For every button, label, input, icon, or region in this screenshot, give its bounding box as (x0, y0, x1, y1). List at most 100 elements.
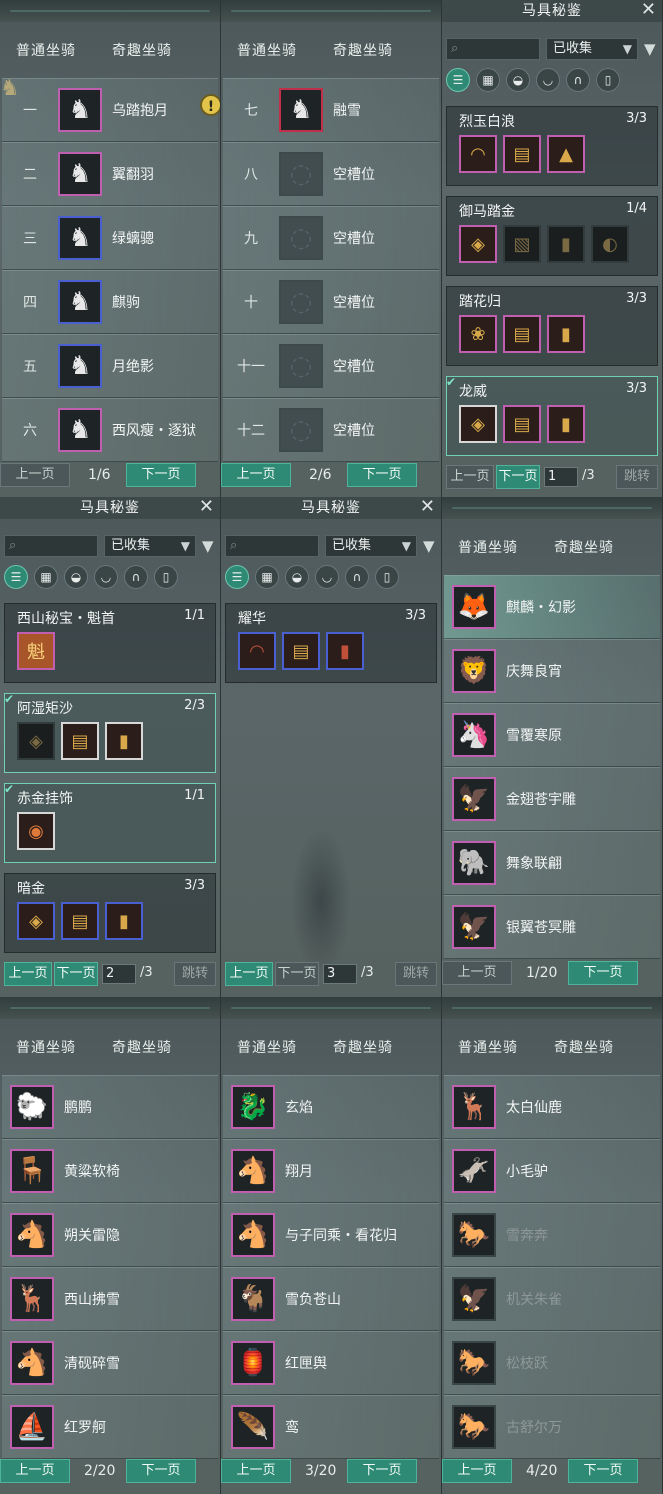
tab-normal-mounts[interactable]: 普通坐骑 (237, 40, 297, 60)
mount-row[interactable]: ⛵ 红罗舸 (2, 1395, 218, 1459)
item-icon[interactable]: ◈ (459, 405, 497, 443)
set-card[interactable]: 暗金 3/3 ◈ ▤ ▮ (4, 873, 216, 953)
mount-row[interactable]: 🦄 雪覆寒原 (444, 703, 660, 767)
filter-icon[interactable]: ▼ (644, 40, 656, 58)
close-icon[interactable]: ✕ (420, 497, 435, 517)
item-icon[interactable]: ▤ (61, 902, 99, 940)
grid-icon[interactable]: ▦ (255, 565, 279, 589)
horseshoe-icon[interactable]: ∩ (566, 68, 590, 92)
stirrup-icon[interactable]: ◡ (315, 565, 339, 589)
item-icon[interactable]: ◠ (459, 135, 497, 173)
mount-row[interactable]: 九 ◌ 空槽位 (223, 206, 439, 270)
item-icon[interactable]: ▤ (503, 315, 541, 353)
tab-special-mounts[interactable]: 奇趣坐骑 (554, 1037, 614, 1057)
set-card[interactable]: ✔ 赤金挂饰 1/1 ◉ (4, 782, 216, 863)
prev-page-button[interactable]: 上一页 (442, 961, 512, 985)
prev-page-button[interactable]: 上一页 (442, 1459, 512, 1483)
tab-special-mounts[interactable]: 奇趣坐骑 (333, 1037, 393, 1057)
filter-dropdown[interactable]: 已收集 ▼ (325, 535, 417, 557)
prev-page-button[interactable]: 上一页 (221, 1459, 291, 1483)
tab-normal-mounts[interactable]: 普通坐骑 (237, 1037, 297, 1057)
item-icon[interactable]: ▮ (105, 902, 143, 940)
next-page-button[interactable]: 下一页 (568, 961, 638, 985)
mount-row[interactable]: 十一 ◌ 空槽位 (223, 334, 439, 398)
item-icon[interactable]: ▤ (503, 405, 541, 443)
list-icon[interactable]: ☰ (446, 68, 470, 92)
saddle-icon[interactable]: ◒ (285, 565, 309, 589)
close-icon[interactable]: ✕ (199, 497, 214, 517)
mount-row[interactable]: 🐎 古舒尔万 (444, 1395, 660, 1459)
search-input[interactable]: ⌕ (446, 38, 540, 60)
saddle-icon[interactable]: ◒ (64, 565, 88, 589)
filter-icon[interactable]: ▼ (202, 537, 214, 555)
item-icon[interactable]: ▧ (503, 225, 541, 263)
page-input[interactable]: 1 (544, 467, 578, 487)
mount-row[interactable]: 一 ♞ 乌踏抱月 (2, 78, 218, 142)
tab-normal-mounts[interactable]: 普通坐骑 (16, 1037, 76, 1057)
list-icon[interactable]: ☰ (4, 565, 28, 589)
page-input[interactable]: 2 (102, 964, 136, 984)
jump-button[interactable]: 跳转 (174, 962, 216, 986)
item-icon[interactable]: ▮ (547, 405, 585, 443)
search-input[interactable]: ⌕ (4, 535, 98, 557)
mount-row[interactable]: 十 ◌ 空槽位 (223, 270, 439, 334)
mount-row[interactable]: 🦊 麒麟・幻影 (444, 575, 660, 639)
mount-row[interactable]: 🦅 机关朱雀 (444, 1267, 660, 1331)
prev-page-button[interactable]: 上一页 (225, 962, 273, 986)
tab-normal-mounts[interactable]: 普通坐骑 (458, 537, 518, 557)
item-icon[interactable]: ◉ (17, 812, 55, 850)
filter-icon[interactable]: ▼ (423, 537, 435, 555)
next-page-button[interactable]: 下一页 (568, 1459, 638, 1483)
mount-row[interactable]: 🐴 翔月 (223, 1139, 439, 1203)
mount-row[interactable]: 🐐 雪负苍山 (223, 1267, 439, 1331)
item-icon[interactable]: ◈ (17, 902, 55, 940)
jump-button[interactable]: 跳转 (395, 962, 437, 986)
item-icon[interactable]: ▮ (105, 722, 143, 760)
next-page-button[interactable]: 下一页 (126, 1459, 196, 1483)
tab-special-mounts[interactable]: 奇趣坐骑 (333, 40, 393, 60)
next-page-button[interactable]: 下一页 (496, 465, 540, 489)
set-card[interactable]: ✔ 龙威 3/3 ◈ ▤ ▮ (446, 375, 658, 456)
item-icon[interactable]: ▮ (547, 225, 585, 263)
alert-icon[interactable]: ! (200, 94, 220, 116)
mount-row[interactable]: 二 ♞ 翼翻羽 (2, 142, 218, 206)
mount-row[interactable]: 🐴 清砚碎雪 (2, 1331, 218, 1395)
set-card[interactable]: ✔ 阿湿矩沙 2/3 ◈ ▤ ▮ (4, 692, 216, 773)
mount-row[interactable]: 十二 ◌ 空槽位 (223, 398, 439, 462)
armor-icon[interactable]: ▯ (154, 565, 178, 589)
tab-special-mounts[interactable]: 奇趣坐骑 (554, 537, 614, 557)
filter-dropdown[interactable]: 已收集 ▼ (104, 535, 196, 557)
stirrup-icon[interactable]: ◡ (94, 565, 118, 589)
mount-row[interactable]: 四 ♞ 麒驹 (2, 270, 218, 334)
item-icon[interactable]: ◈ (17, 722, 55, 760)
tab-normal-mounts[interactable]: 普通坐骑 (458, 1037, 518, 1057)
prev-page-button[interactable]: 上一页 (221, 463, 291, 487)
item-icon[interactable]: ▤ (282, 632, 320, 670)
next-page-button[interactable]: 下一页 (126, 463, 196, 487)
item-icon[interactable]: ▮ (326, 632, 364, 670)
mount-row[interactable]: 🐴 朔关雷隐 (2, 1203, 218, 1267)
set-card[interactable]: 御马踏金 1/4 ◈ ▧ ▮ ◐ (446, 196, 658, 276)
tab-special-mounts[interactable]: 奇趣坐骑 (112, 40, 172, 60)
item-icon[interactable]: ◐ (591, 225, 629, 263)
grid-icon[interactable]: ▦ (476, 68, 500, 92)
mount-row[interactable]: 🦅 银翼苍冥雕 (444, 895, 660, 959)
item-icon[interactable]: ◈ (459, 225, 497, 263)
mount-row[interactable]: 三 ♞ 绿螭骢 (2, 206, 218, 270)
set-card[interactable]: 西山秘宝・魁首 1/1 魁 (4, 603, 216, 683)
item-icon[interactable]: ❀ (459, 315, 497, 353)
item-icon[interactable]: ◠ (238, 632, 276, 670)
horseshoe-icon[interactable]: ∩ (345, 565, 369, 589)
stirrup-icon[interactable]: ◡ (536, 68, 560, 92)
mount-row[interactable]: 五 ♞ 月绝影 (2, 334, 218, 398)
mount-row[interactable]: 🐴 与子同乘・看花归 (223, 1203, 439, 1267)
next-page-button[interactable]: 下一页 (54, 962, 98, 986)
close-icon[interactable]: ✕ (641, 0, 656, 20)
mount-row[interactable]: 🐎 松枝跃 (444, 1331, 660, 1395)
next-page-button[interactable]: 下一页 (347, 463, 417, 487)
page-input[interactable]: 3 (323, 964, 357, 984)
set-card[interactable]: 耀华 3/3 ◠ ▤ ▮ (225, 603, 437, 683)
search-input[interactable]: ⌕ (225, 535, 319, 557)
next-page-button[interactable]: 下一页 (275, 962, 319, 986)
mount-row[interactable]: 八 ◌ 空槽位 (223, 142, 439, 206)
